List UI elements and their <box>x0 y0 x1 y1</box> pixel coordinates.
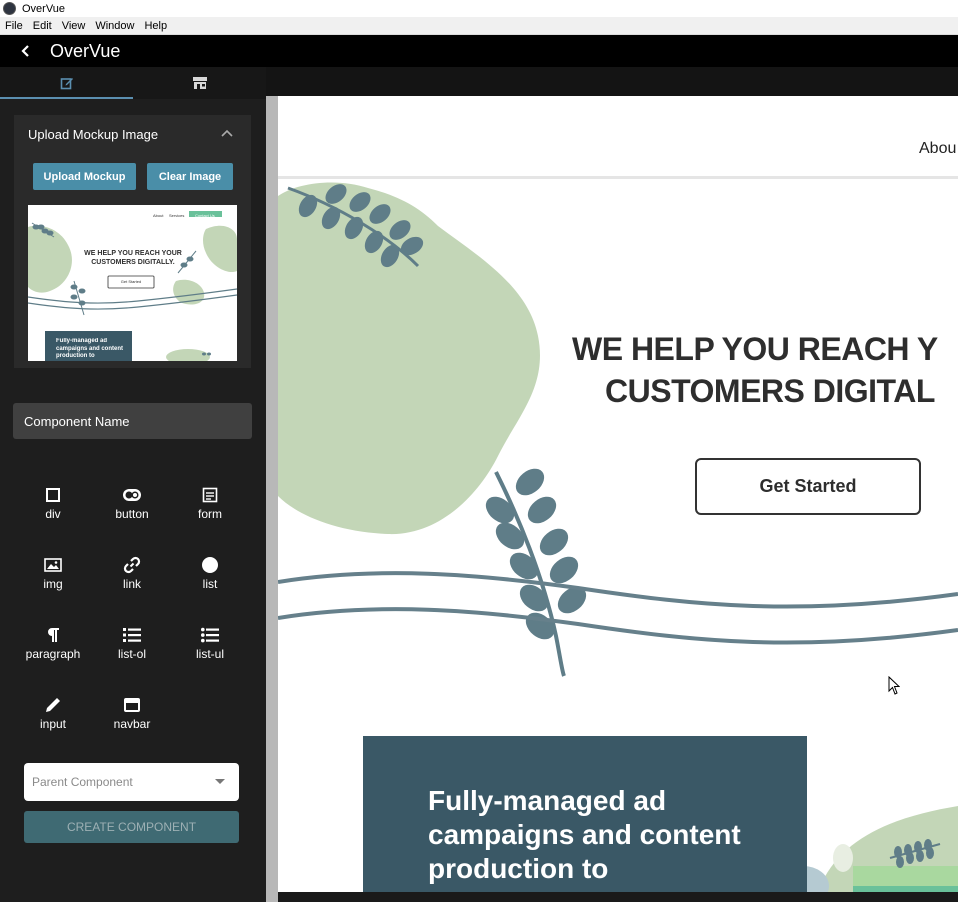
canvas-gutter <box>266 96 278 902</box>
mockup-feature-card: Fully-managed ad campaigns and content p… <box>363 736 807 892</box>
mockup-nav-link: Abou <box>919 140 957 157</box>
element-list-ol-button[interactable]: list-ol <box>97 625 167 675</box>
element-input-button[interactable]: input <box>18 695 88 745</box>
mockup-nav-divider <box>278 176 958 179</box>
thumb-get-started: Get Started <box>120 279 142 284</box>
circle-icon <box>200 555 220 575</box>
toggle-icon <box>122 485 142 505</box>
mockup-canvas[interactable]: Abou WE HELP YOU REACH Y CUSTOMERS DIGIT… <box>278 96 958 892</box>
pencil-icon <box>43 695 63 715</box>
thumb-headline: WE HELP YOU REACH YOUR CUSTOMERS DIGITAL… <box>84 250 182 266</box>
element-img-label: img <box>43 577 63 591</box>
image-icon <box>43 555 63 575</box>
store-icon <box>192 77 207 89</box>
element-button-button[interactable]: button <box>97 485 167 535</box>
mockup-headline-line-1: WE HELP YOU REACH Y <box>572 331 938 367</box>
thumb-nav-contact: Contact Us <box>195 213 215 218</box>
mockup-get-started-button: Get Started <box>695 458 921 515</box>
list-ul-icon <box>200 625 220 645</box>
app-title: OverVue <box>50 40 121 61</box>
upload-mockup-button[interactable]: Upload Mockup <box>33 163 136 190</box>
os-window-title: OverVue <box>22 2 66 15</box>
element-list-label: list <box>202 577 218 591</box>
clear-image-button[interactable]: Clear Image <box>147 163 233 190</box>
element-list-ul-label: list-ul <box>195 647 224 661</box>
upload-mockup-panel: Upload Mockup Image Upload Mockup Clear … <box>14 115 251 368</box>
thumb-nav-services: Services <box>169 213 185 218</box>
element-list-button[interactable]: list <box>175 555 245 605</box>
tab-edit[interactable] <box>0 67 133 99</box>
back-arrow-icon[interactable] <box>19 44 33 58</box>
mockup-headline-line-2: CUSTOMERS DIGITAL <box>605 373 935 409</box>
element-form-button[interactable]: form <box>175 485 245 535</box>
mockup-thumbnail: About Services Contact Us WE HELP YOU RE… <box>28 205 237 361</box>
thumb-nav-about: About <box>153 213 164 218</box>
canvas-bottom-bar <box>278 892 958 902</box>
component-name-input[interactable]: Component Name <box>13 403 252 439</box>
menu-edit[interactable]: Edit <box>28 20 57 32</box>
create-component-button[interactable]: CREATE COMPONENT <box>24 811 239 843</box>
tab-store[interactable] <box>133 67 266 99</box>
chevron-up-icon[interactable] <box>221 129 233 137</box>
edit-icon <box>60 78 73 90</box>
app-header: OverVue <box>0 35 958 67</box>
form-icon <box>200 485 220 505</box>
thumb-card-text: Fully-managed ad campaigns and content p… <box>56 338 124 359</box>
canvas-toolbar <box>266 67 958 96</box>
sidebar-tabs <box>0 67 266 99</box>
element-list-ol-label: list-ol <box>117 647 146 661</box>
os-menu-bar: File Edit View Window Help <box>0 17 958 35</box>
menu-view[interactable]: View <box>57 20 91 32</box>
menu-help[interactable]: Help <box>139 20 172 32</box>
element-navbar-button[interactable]: navbar <box>97 695 167 745</box>
left-sidebar: Upload Mockup Image Upload Mockup Clear … <box>0 67 266 902</box>
element-link-label: link <box>122 577 141 591</box>
mockup-feature-text: Fully-managed ad campaigns and content p… <box>428 785 741 884</box>
mouse-cursor-icon <box>888 676 900 695</box>
element-link-button[interactable]: link <box>97 555 167 605</box>
element-navbar-label: navbar <box>113 717 151 731</box>
os-title-bar: OverVue <box>0 0 958 17</box>
element-div-label: div <box>45 507 61 521</box>
element-form-label: form <box>198 507 222 521</box>
element-img-button[interactable]: img <box>18 555 88 605</box>
menu-file[interactable]: File <box>0 20 28 32</box>
element-paragraph-label: paragraph <box>25 647 81 661</box>
element-paragraph-button[interactable]: paragraph <box>18 625 88 675</box>
element-button-label: button <box>115 507 149 521</box>
dropdown-caret-icon <box>215 779 225 784</box>
link-icon <box>122 555 142 575</box>
element-div-button[interactable]: div <box>18 485 88 535</box>
element-list-ul-button[interactable]: list-ul <box>175 625 245 675</box>
navbar-icon <box>122 695 142 715</box>
list-ol-icon <box>122 625 142 645</box>
app-logo-icon <box>3 2 16 15</box>
element-input-label: input <box>39 717 67 731</box>
square-icon <box>43 485 63 505</box>
upload-panel-title: Upload Mockup Image <box>28 127 159 142</box>
menu-window[interactable]: Window <box>90 20 139 32</box>
paragraph-icon <box>43 625 63 645</box>
parent-component-placeholder: Parent Component <box>32 775 133 789</box>
parent-component-select[interactable]: Parent Component <box>24 763 239 801</box>
